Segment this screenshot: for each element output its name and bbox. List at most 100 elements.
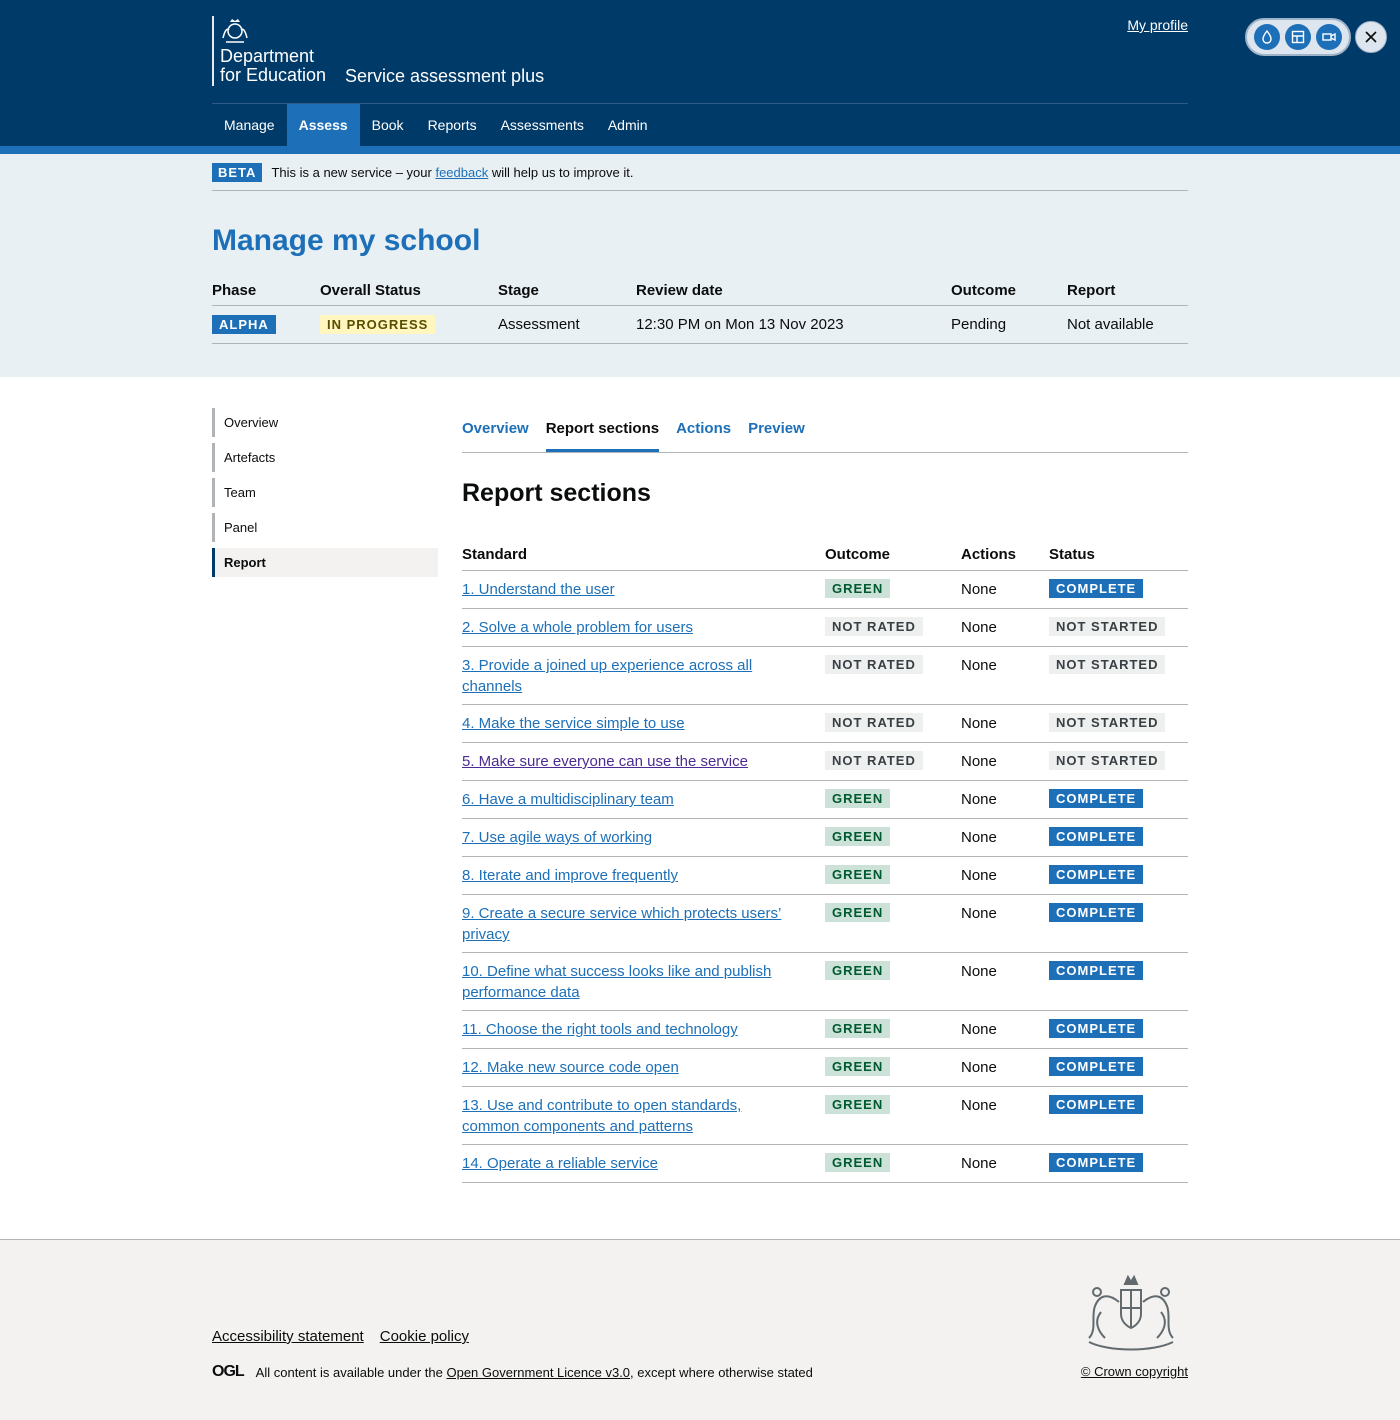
standard-link[interactable]: 12. Make new source code open [462, 1059, 679, 1076]
standard-link[interactable]: 10. Define what success looks like and p… [462, 963, 771, 1001]
tab-report-sections[interactable]: Report sections [545, 408, 660, 452]
status-cell: COMPLETE [1049, 903, 1188, 952]
standard-link[interactable]: 1. Understand the user [462, 581, 615, 598]
outcome-tag: NOT RATED [825, 751, 923, 770]
primary-nav: Manage Assess Book Reports Assessments A… [212, 104, 660, 146]
accessibility-toolbar [1245, 18, 1351, 56]
outcome-tag: GREEN [825, 1153, 891, 1172]
beta-tag: BETA [212, 163, 263, 182]
outcome-tag: GREEN [825, 579, 891, 598]
standard-cell: 14. Operate a reliable service [462, 1153, 825, 1182]
layout-button[interactable] [1284, 24, 1311, 50]
status-cell: COMPLETE [1049, 827, 1188, 856]
standards-table: Standard Outcome Actions Status 1. Under… [462, 539, 1188, 1183]
my-profile-link[interactable]: My profile [1127, 17, 1188, 33]
outcome-cell: NOT RATED [825, 751, 961, 780]
main-content: Overview Artefacts Team Panel Report Ove… [0, 377, 1400, 1239]
nav-item-assess[interactable]: Assess [286, 104, 360, 146]
review-date-value: 12:30 PM on Mon 13 Nov 2023 [636, 316, 844, 333]
cookie-policy-link[interactable]: Cookie policy [380, 1328, 469, 1345]
nav-item-assessments[interactable]: Assessments [489, 104, 596, 146]
nav-item-manage[interactable]: Manage [212, 104, 287, 146]
status-cell: NOT STARTED [1049, 713, 1188, 742]
standard-link[interactable]: 11. Choose the right tools and technolog… [462, 1021, 738, 1038]
status-cell: COMPLETE [1049, 1057, 1188, 1086]
standard-cell: 4. Make the service simple to use [462, 713, 825, 742]
outcome-cell: GREEN [825, 1057, 961, 1086]
actions-value: None [961, 791, 997, 808]
status-tag: NOT STARTED [1049, 617, 1166, 636]
standard-link[interactable]: 7. Use agile ways of working [462, 829, 652, 846]
logo-rule [212, 16, 214, 86]
status-cell: NOT STARTED [1049, 751, 1188, 780]
standard-link[interactable]: 5. Make sure everyone can use the servic… [462, 753, 748, 770]
outcome-tag: GREEN [825, 827, 891, 846]
standard-cell: 2. Solve a whole problem for users [462, 617, 825, 646]
outcome-tag: NOT RATED [825, 713, 923, 732]
footer-links: Accessibility statement Cookie policy [212, 1328, 485, 1345]
video-button[interactable] [1316, 24, 1343, 50]
side-nav-item-team[interactable]: Team [212, 478, 438, 507]
tab-preview[interactable]: Preview [748, 408, 805, 452]
tab-overview[interactable]: Overview [462, 408, 529, 452]
nav-item-book[interactable]: Book [360, 104, 416, 146]
standard-link[interactable]: 14. Operate a reliable service [462, 1155, 658, 1172]
department-name[interactable]: Department for Education [220, 47, 326, 85]
school-summary: BETA This is a new service – your feedba… [0, 154, 1400, 377]
status-tag: NOT STARTED [1049, 751, 1166, 770]
outcome-tag: GREEN [825, 1057, 891, 1076]
standard-link[interactable]: 3. Provide a joined up experience across… [462, 657, 752, 695]
nav-item-reports[interactable]: Reports [416, 104, 489, 146]
sub-tabs: Overview Report sections Actions Preview [462, 408, 1188, 453]
table-row: 6. Have a multidisciplinary team GREEN Non… [462, 781, 1188, 819]
ogl-logo-icon: OGL [212, 1363, 245, 1380]
close-icon [1365, 31, 1377, 43]
standard-cell: 10. Define what success looks like and p… [462, 961, 825, 1010]
table-row: 2. Solve a whole problem for users NOT RA… [462, 609, 1188, 647]
standard-link[interactable]: 6. Have a multidisciplinary team [462, 791, 674, 808]
department-line-1: Department [220, 46, 315, 66]
contrast-button[interactable] [1253, 24, 1280, 50]
side-nav-item-panel[interactable]: Panel [212, 513, 438, 542]
actions-value: None [961, 1097, 997, 1114]
header-accent-band [0, 146, 1400, 154]
outcome-tag: NOT RATED [825, 617, 923, 636]
table-row: 3. Provide a joined up experience across… [462, 647, 1188, 705]
actions-value: None [961, 619, 997, 636]
side-nav: Overview Artefacts Team Panel Report [212, 408, 438, 583]
header-standard: Standard [462, 546, 528, 563]
table-row: 11. Choose the right tools and technolog… [462, 1011, 1188, 1049]
licence-link[interactable]: Open Government Licence v3.0 [446, 1365, 630, 1380]
actions-value: None [961, 829, 997, 846]
overall-status-tag: IN PROGRESS [320, 315, 436, 334]
standard-link[interactable]: 9. Create a secure service which protect… [462, 905, 781, 943]
standard-link[interactable]: 13. Use and contribute to open standards… [462, 1097, 741, 1135]
standard-cell: 3. Provide a joined up experience across… [462, 655, 825, 704]
service-name[interactable]: Service assessment plus [345, 66, 544, 87]
crown-copyright-link[interactable]: © Crown copyright [1081, 1364, 1188, 1379]
header-container: Department for Education Service assessm… [212, 0, 1188, 146]
accessibility-statement-link[interactable]: Accessibility statement [212, 1328, 364, 1345]
nav-item-admin[interactable]: Admin [596, 104, 660, 146]
table-row: 12. Make new source code open GREEN None CO… [462, 1049, 1188, 1087]
summary-table-row: ALPHA IN PROGRESS Assessment 12:30 PM on… [212, 306, 1188, 344]
outcome-tag: NOT RATED [825, 655, 923, 674]
side-nav-item-artefacts[interactable]: Artefacts [212, 443, 438, 472]
outcome-tag: GREEN [825, 1019, 891, 1038]
side-nav-item-overview[interactable]: Overview [212, 408, 438, 437]
standard-link[interactable]: 2. Solve a whole problem for users [462, 619, 693, 636]
feedback-link[interactable]: feedback [435, 165, 488, 180]
actions-value: None [961, 581, 997, 598]
standard-link[interactable]: 8. Iterate and improve frequently [462, 867, 678, 884]
side-nav-item-report[interactable]: Report [212, 548, 438, 577]
actions-value: None [961, 905, 997, 922]
standard-link[interactable]: 4. Make the service simple to use [462, 715, 685, 732]
page-title: Manage my school [212, 224, 481, 257]
header-actions: Actions [961, 546, 1017, 563]
table-row: 13. Use and contribute to open standards… [462, 1087, 1188, 1145]
outcome-cell: GREEN [825, 1019, 961, 1048]
outcome-cell: GREEN [825, 961, 961, 1010]
outcome-tag: GREEN [825, 961, 891, 980]
tab-actions[interactable]: Actions [676, 408, 731, 452]
close-button[interactable] [1355, 21, 1387, 53]
